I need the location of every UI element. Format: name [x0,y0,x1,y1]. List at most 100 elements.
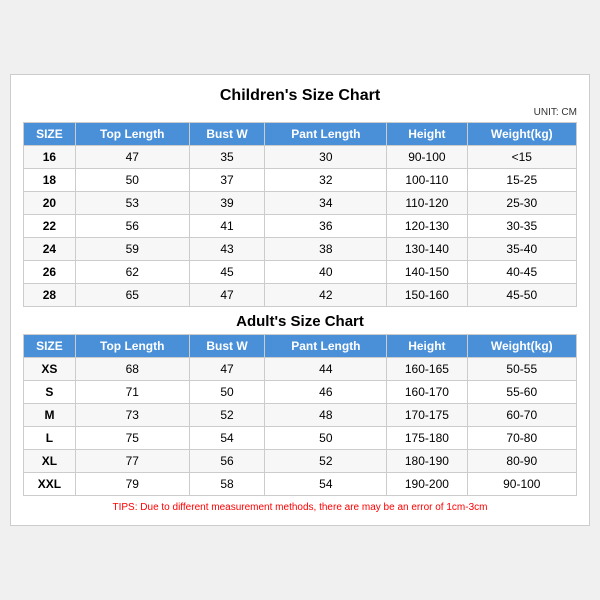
table-cell: 38 [265,238,387,261]
chart-container: Children's Size Chart UNIT: CM SIZETop L… [10,74,590,526]
table-cell: 110-120 [387,192,467,215]
table-row: 20533934110-12025-30 [24,192,577,215]
table-cell: 170-175 [387,404,467,427]
table-cell: 60-70 [467,404,576,427]
table-cell: 46 [265,381,387,404]
table-cell: 55-60 [467,381,576,404]
table-cell: 80-90 [467,450,576,473]
table-cell: 56 [75,215,189,238]
table-cell: 28 [24,284,76,307]
table-cell: 41 [189,215,265,238]
table-cell: 140-150 [387,261,467,284]
table-cell: 30 [265,146,387,169]
table-cell: 50-55 [467,358,576,381]
children-header-row: SIZETop LengthBust WPant LengthHeightWei… [24,123,577,146]
table-cell: 39 [189,192,265,215]
table-cell: 43 [189,238,265,261]
table-cell: 50 [189,381,265,404]
table-cell: 35 [189,146,265,169]
table-row: 1647353090-100<15 [24,146,577,169]
table-cell: 44 [265,358,387,381]
table-cell: 34 [265,192,387,215]
table-row: 24594338130-14035-40 [24,238,577,261]
table-cell: 77 [75,450,189,473]
table-cell: 26 [24,261,76,284]
unit-label: UNIT: CM [23,107,577,118]
table-cell: 47 [75,146,189,169]
table-cell: XXL [24,473,76,496]
table-row: L755450175-18070-80 [24,427,577,450]
table-cell: 16 [24,146,76,169]
table-cell: 70-80 [467,427,576,450]
table-row: XXL795854190-20090-100 [24,473,577,496]
adult-header-row: SIZETop LengthBust WPant LengthHeightWei… [24,335,577,358]
table-cell: 40-45 [467,261,576,284]
children-table: SIZETop LengthBust WPant LengthHeightWei… [23,122,577,307]
table-cell: 90-100 [467,473,576,496]
header-cell: SIZE [24,123,76,146]
table-cell: 15-25 [467,169,576,192]
table-cell: 90-100 [387,146,467,169]
table-cell: 48 [265,404,387,427]
table-cell: 18 [24,169,76,192]
table-cell: 22 [24,215,76,238]
table-cell: 58 [189,473,265,496]
table-cell: 25-30 [467,192,576,215]
table-cell: 47 [189,358,265,381]
header-cell: Top Length [75,123,189,146]
table-cell: 24 [24,238,76,261]
table-row: 18503732100-11015-25 [24,169,577,192]
table-cell: 50 [75,169,189,192]
table-cell: 190-200 [387,473,467,496]
table-cell: 45-50 [467,284,576,307]
table-cell: 130-140 [387,238,467,261]
table-cell: 50 [265,427,387,450]
header-cell: Bust W [189,335,265,358]
header-cell: Top Length [75,335,189,358]
table-cell: 30-35 [467,215,576,238]
table-cell: 53 [75,192,189,215]
table-cell: L [24,427,76,450]
header-cell: Height [387,123,467,146]
header-cell: SIZE [24,335,76,358]
children-title: Children's Size Chart [23,87,577,105]
header-cell: Pant Length [265,335,387,358]
table-cell: 75 [75,427,189,450]
table-row: M735248170-17560-70 [24,404,577,427]
table-cell: 36 [265,215,387,238]
table-cell: 35-40 [467,238,576,261]
table-cell: 42 [265,284,387,307]
table-cell: 45 [189,261,265,284]
header-cell: Weight(kg) [467,123,576,146]
table-cell: 59 [75,238,189,261]
table-cell: 100-110 [387,169,467,192]
table-cell: 68 [75,358,189,381]
table-cell: 120-130 [387,215,467,238]
table-cell: 52 [265,450,387,473]
table-cell: 20 [24,192,76,215]
table-cell: <15 [467,146,576,169]
adult-title: Adult's Size Chart [23,307,577,334]
header-cell: Pant Length [265,123,387,146]
table-cell: M [24,404,76,427]
table-row: XS684744160-16550-55 [24,358,577,381]
table-cell: 65 [75,284,189,307]
table-cell: 47 [189,284,265,307]
table-row: S715046160-17055-60 [24,381,577,404]
table-cell: 62 [75,261,189,284]
table-cell: 175-180 [387,427,467,450]
table-cell: S [24,381,76,404]
table-cell: 54 [265,473,387,496]
table-cell: 40 [265,261,387,284]
table-cell: 160-165 [387,358,467,381]
table-cell: 79 [75,473,189,496]
table-cell: 150-160 [387,284,467,307]
adult-table: SIZETop LengthBust WPant LengthHeightWei… [23,334,577,496]
header-cell: Height [387,335,467,358]
table-row: 28654742150-16045-50 [24,284,577,307]
table-cell: 32 [265,169,387,192]
table-cell: 56 [189,450,265,473]
table-cell: XS [24,358,76,381]
tips-text: TIPS: Due to different measurement metho… [23,502,577,513]
table-cell: 73 [75,404,189,427]
